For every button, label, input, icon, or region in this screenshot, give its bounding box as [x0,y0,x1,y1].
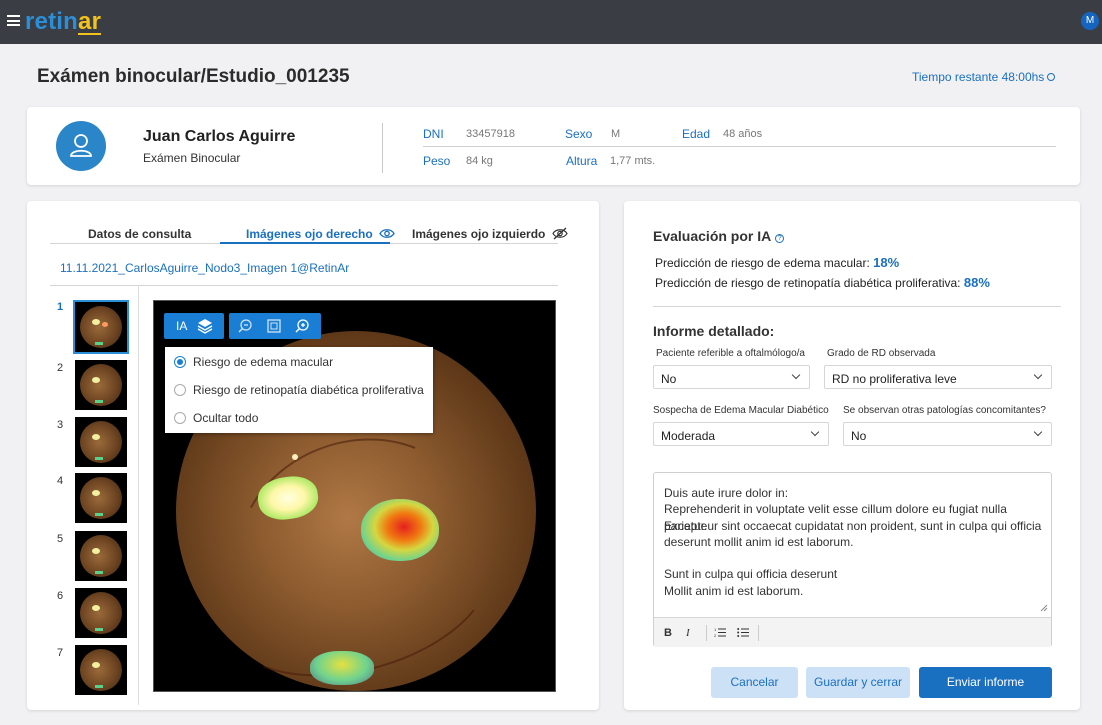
altura-label: Altura [566,154,598,168]
thumbnail-4[interactable] [75,473,127,523]
overlay-options-popup: Riesgo de edema macular Riesgo de retino… [165,347,433,433]
eye-icon [379,229,395,238]
edad-label: Edad [682,127,711,141]
zoom-out-icon[interactable] [236,317,254,335]
tab-ojo-izquierdo[interactable]: Imágenes ojo izquierdo [412,227,568,241]
dni-value: 33457918 [466,128,515,140]
thumbnail-divider [138,285,139,705]
grado-rd-select[interactable]: RD no proliferativa leve [824,365,1052,389]
ordered-list-icon[interactable]: 1 2 [714,627,726,638]
prediction-edema: Predicción de riesgo de edema macular: 1… [655,255,900,270]
edad-value: 48 años [723,128,763,140]
peso-label: Peso [423,154,451,168]
bullet-list-icon[interactable] [737,627,749,638]
thumbnail-6[interactable] [75,588,127,638]
thumbnail-number: 5 [57,533,64,545]
send-report-button[interactable]: Enviar informe [919,667,1052,698]
svg-text:2: 2 [714,633,717,638]
thumbnail-2[interactable] [75,360,127,410]
chevron-down-icon [1033,370,1043,380]
bold-button[interactable]: B [664,627,672,639]
layers-icon [197,319,213,334]
italic-button[interactable]: I [686,627,690,639]
edema-select[interactable]: Moderada [653,422,829,446]
referible-select[interactable]: No [653,365,810,389]
divider [423,146,1056,147]
thumbnail-3[interactable] [75,417,127,467]
field-label: Se observan otras patologías concomitant… [843,405,1046,416]
radio-edema[interactable] [174,356,186,368]
report-editor[interactable]: Duis aute irure dolor in: Reprehenderit … [653,472,1052,647]
editor-text[interactable]: Duis aute irure dolor in: Reprehenderit … [664,485,1051,599]
ia-layers-button[interactable]: IA [164,313,224,339]
radio-ocultar[interactable] [174,412,186,424]
clock-icon [1047,73,1056,81]
patient-avatar [56,121,106,171]
divider [653,306,1061,307]
svg-text:1: 1 [714,627,717,632]
patient-exam: Exámen Binocular [143,151,241,165]
chevron-down-icon [810,427,820,437]
thumbnail-number: 2 [57,362,64,374]
logo[interactable]: retinar [25,8,102,36]
page-title: Exámen binocular/Estudio_001235 [37,66,350,87]
peso-value: 84 kg [466,155,493,167]
altura-value: 1,77 mts. [610,155,656,167]
zoom-in-icon[interactable] [293,317,311,335]
thumbnail-7[interactable] [75,645,127,695]
save-close-button[interactable]: Guardar y cerrar [806,667,910,698]
top-bar: retinar M [0,0,1102,44]
chevron-down-icon [1033,427,1043,437]
radio-retinopatia[interactable] [174,384,186,396]
patient-card: Juan Carlos Aguirre Exámen Binocular DNI… [27,107,1080,185]
editor-toolbar: B I 1 2 [654,617,1051,647]
heatmap-hotspot [361,499,439,561]
thumbnail-number: 7 [57,647,64,659]
divider [382,123,383,173]
user-icon [70,134,92,157]
images-card: Datos de consulta Imágenes ojo derecho I… [27,201,599,710]
tab-ojo-derecho[interactable]: Imágenes ojo derecho [246,227,395,241]
field-label: Grado de RD observada [827,348,936,359]
patologias-select[interactable]: No [843,422,1052,446]
remaining-time: Tiempo restante 48:00hs [912,70,1056,84]
cancel-button[interactable]: Cancelar [711,667,798,698]
field-label: Sospecha de Edema Macular Diabético [653,405,829,416]
dni-label: DNI [423,127,444,141]
zoom-toolbar [229,313,321,339]
user-avatar[interactable]: M [1081,12,1099,30]
image-viewer[interactable]: IA Riesgo de edema macular Riesgo de ret… [153,300,556,692]
evaluation-title: Evaluación por IA? [653,228,785,244]
menu-icon[interactable] [7,15,20,26]
patient-name: Juan Carlos Aguirre [143,128,296,145]
prediction-retinopatia: Predicción de riesgo de retinopatía diab… [655,275,990,290]
fit-icon[interactable] [265,317,283,335]
sexo-value: M [611,128,621,140]
sexo-label: Sexo [565,127,593,141]
thumbnail-1[interactable] [73,300,129,354]
field-label: Paciente referible a oftalmólogo/a [656,348,805,359]
chevron-down-icon [791,370,801,380]
eye-slash-icon [552,227,568,240]
thumbnail-5[interactable] [75,531,127,581]
resize-handle-icon[interactable] [1040,604,1048,612]
option-edema-label[interactable]: Riesgo de edema macular [193,355,333,369]
help-icon[interactable]: ? [775,234,785,243]
option-ocultar-label[interactable]: Ocultar todo [193,411,258,425]
image-filename-link[interactable]: 11.11.2021_CarlosAguirre_Nodo3_Imagen 1@… [60,261,349,275]
tab-datos-consulta[interactable]: Datos de consulta [88,227,191,241]
heatmap-hotspot [310,651,374,685]
thumbnail-number: 6 [57,590,64,602]
evaluation-card: Evaluación por IA? Predicción de riesgo … [624,201,1080,710]
divider [50,285,558,286]
thumbnail-number: 4 [57,475,64,487]
report-title: Informe detallado: [653,323,775,339]
option-retinopatia-label[interactable]: Riesgo de retinopatía diabética prolifer… [193,383,424,397]
active-tab-indicator [220,242,390,244]
lesion [292,454,298,460]
thumbnail-number: 1 [57,301,64,313]
thumbnail-number: 3 [57,419,64,431]
